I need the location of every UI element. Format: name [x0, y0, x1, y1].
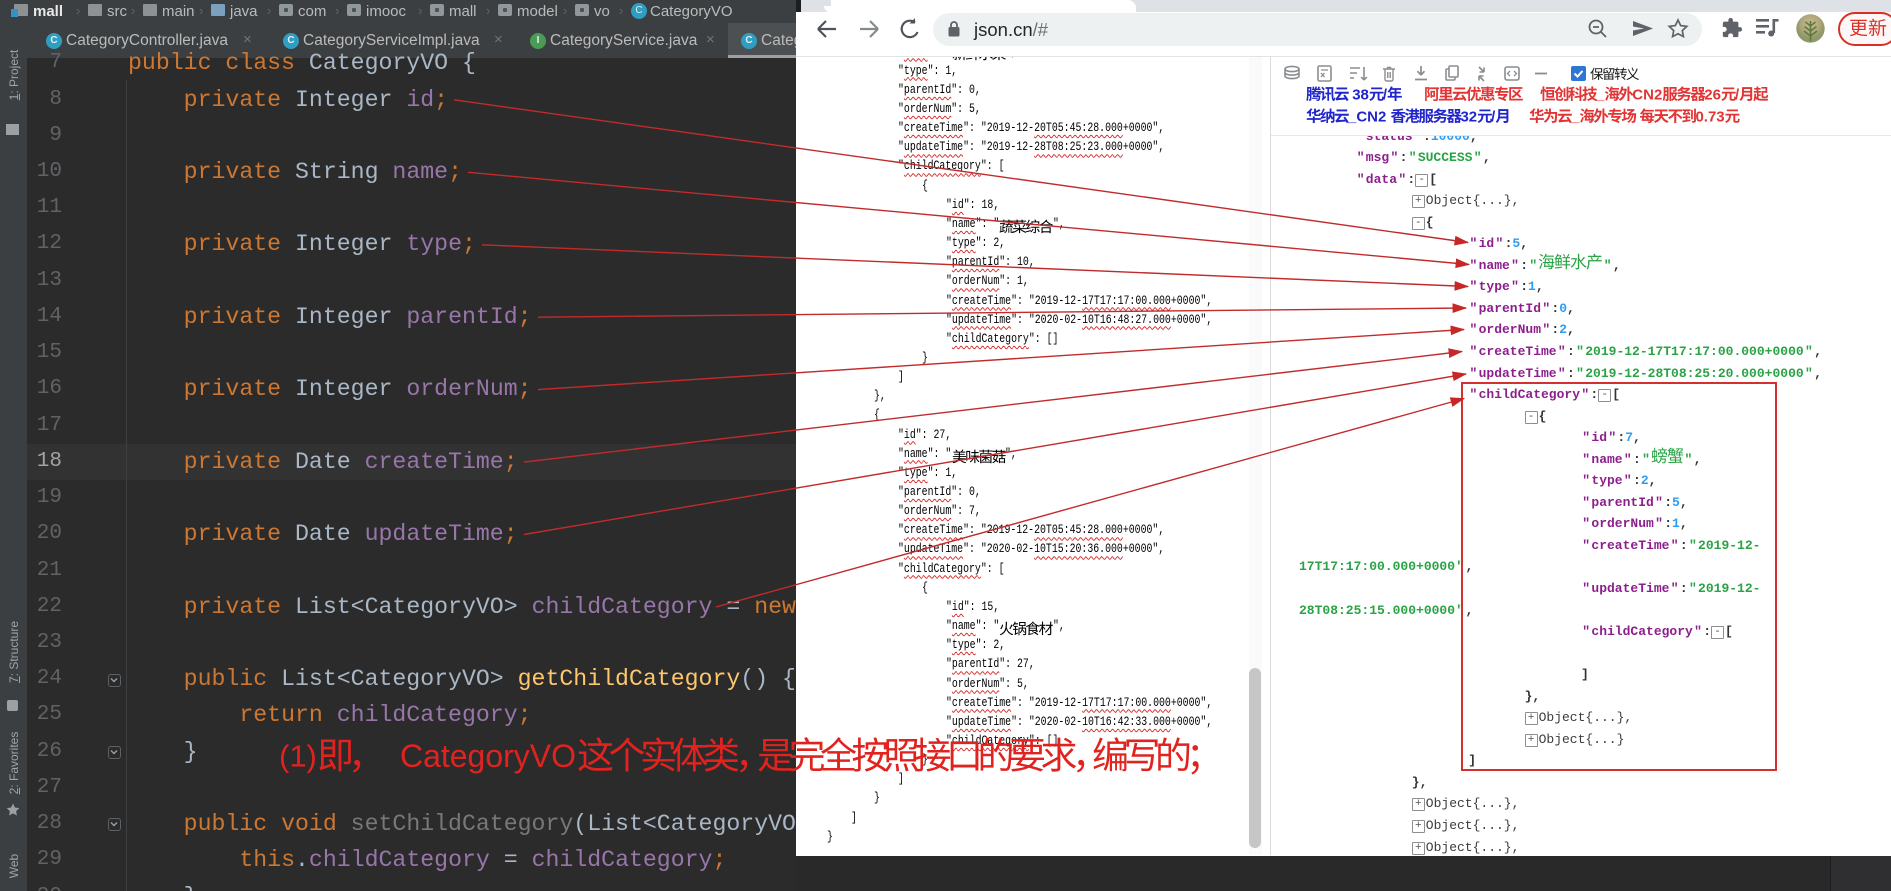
svg-text:32: 32 [1460, 108, 1477, 125]
svg-text:/: / [1491, 108, 1496, 125]
svg-text:26: 26 [1704, 87, 1721, 104]
svg-text:_: _ [1570, 108, 1580, 125]
svg-text:0.73: 0.73 [1695, 108, 1724, 125]
svg-text:_: _ [1595, 87, 1605, 104]
svg-text:/: / [1383, 87, 1388, 104]
svg-text:38: 38 [1352, 87, 1369, 104]
svg-text:/: / [1735, 87, 1740, 104]
svg-text:CategoryVO: CategoryVO [400, 738, 576, 774]
svg-text:(1): (1) [279, 739, 317, 774]
svg-text:CN2: CN2 [1632, 87, 1662, 104]
svg-text:_CN2: _CN2 [1347, 108, 1386, 125]
